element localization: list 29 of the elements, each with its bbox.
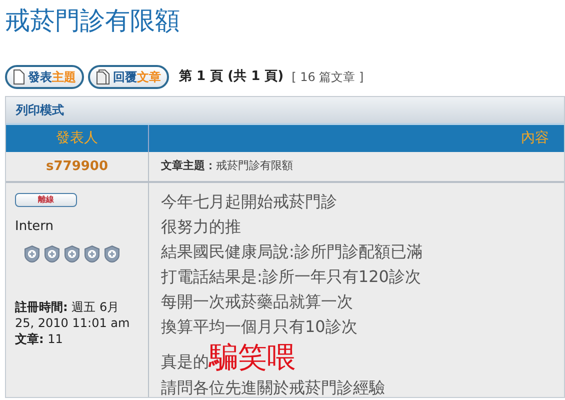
subject-text: 戒菸門診有限額 — [216, 158, 293, 174]
offline-badge: 離線 — [15, 193, 77, 207]
post-text-line: 每開一次戒菸藥品就算一次 — [161, 291, 354, 313]
subject-label: 文章主題： — [161, 158, 216, 174]
post-count: [ 16 篇文章 ] — [292, 69, 364, 86]
post-text-line: 真是的騙笑喂 — [161, 339, 297, 375]
post-text-line: 今年七月起開始戒菸門診 — [161, 191, 338, 213]
documents-icon — [96, 69, 110, 85]
print-mode-link[interactable]: 列印模式 — [16, 101, 64, 119]
column-header: 內容 — [521, 129, 549, 148]
post-text-line: 很努力的推 — [161, 216, 242, 238]
rank-shield-icon — [23, 244, 41, 262]
page-indicator: 第 1 頁 (共 1 頁) — [179, 68, 284, 86]
reply-button[interactable]: 回覆文章 — [88, 65, 169, 89]
user-rank: Intern — [15, 218, 54, 236]
rank-shield-icon — [43, 244, 61, 262]
post-text-line: 打電話結果是:診所一年只有120診次 — [161, 266, 422, 288]
post-text-line: 請問各位先進關於戒菸門診經驗 — [161, 377, 386, 397]
new-topic-button[interactable]: 發表主題 — [5, 65, 84, 89]
rank-shield-icon — [83, 244, 101, 262]
rank-shield-icon — [63, 244, 81, 262]
user-post-count: 文章: 11 — [15, 330, 64, 346]
post-text-line: 換算平均一個月只有10診次 — [161, 316, 358, 338]
join-date: 註冊時間: 週五 6月 25, 2010 11:01 am — [15, 298, 131, 330]
rank-shield-icon — [103, 244, 121, 262]
post-text-line: 結果國民健康局說:診所門診配額已滿 — [161, 241, 424, 263]
document-icon — [13, 69, 25, 85]
column-header: 發表人 — [56, 129, 98, 148]
page-title: 戒菸門診有限額 — [5, 5, 181, 37]
